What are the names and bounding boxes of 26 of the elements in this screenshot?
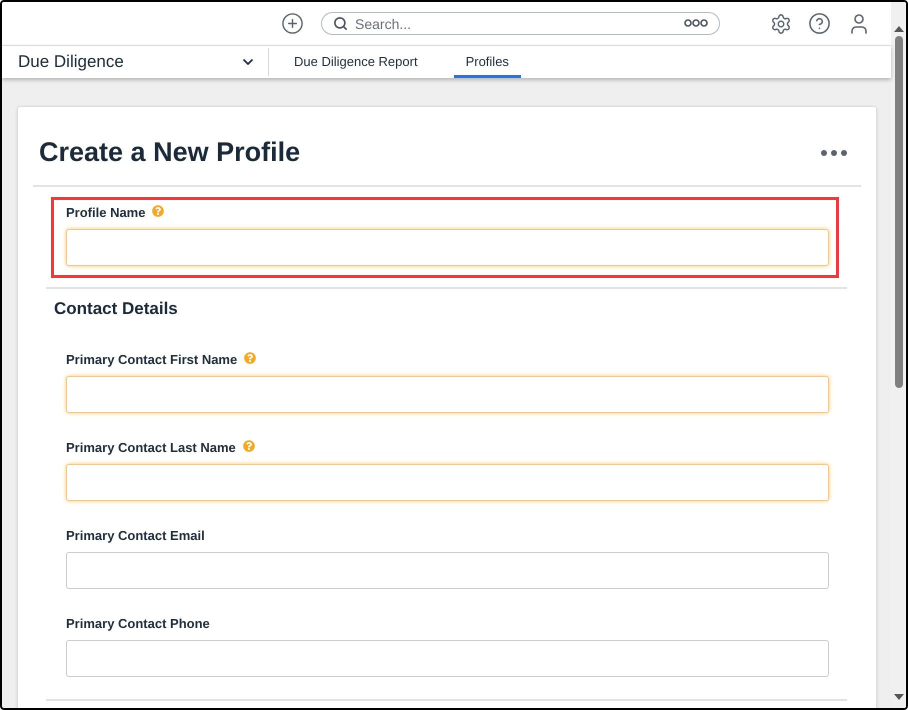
field-label: Primary Contact Email: [66, 528, 205, 544]
add-icon[interactable]: [281, 12, 304, 35]
text-field[interactable]: [66, 640, 829, 677]
more-icon: [821, 150, 847, 156]
scrollbar-thumb[interactable]: [894, 36, 902, 388]
nav-tab[interactable]: Due Diligence Report: [282, 46, 430, 78]
text-field[interactable]: [66, 552, 829, 589]
app-dropdown[interactable]: Due Diligence: [2, 46, 268, 78]
field-label: Primary Contact Phone: [66, 616, 210, 632]
scroll-down-icon[interactable]: [894, 694, 904, 700]
scroll-up-icon[interactable]: [894, 26, 904, 32]
text-field[interactable]: [66, 376, 829, 413]
search-field[interactable]: Search...: [321, 12, 720, 35]
text-field[interactable]: [66, 229, 829, 266]
scrollbar[interactable]: [891, 2, 906, 708]
section-title: Contact Details: [54, 298, 178, 320]
search-icon: [333, 16, 348, 31]
field-label: Profile Name: [66, 205, 146, 221]
options-icon[interactable]: [684, 19, 708, 27]
text-field[interactable]: [66, 464, 829, 501]
nav-tab[interactable]: Profiles: [454, 46, 521, 78]
field-label: Primary Contact Last Name: [66, 440, 236, 456]
settings-icon[interactable]: [770, 12, 792, 34]
field-label: Primary Contact First Name: [66, 352, 238, 368]
form-title: Create a New Profile: [39, 136, 300, 169]
help-icon[interactable]: [808, 12, 831, 35]
